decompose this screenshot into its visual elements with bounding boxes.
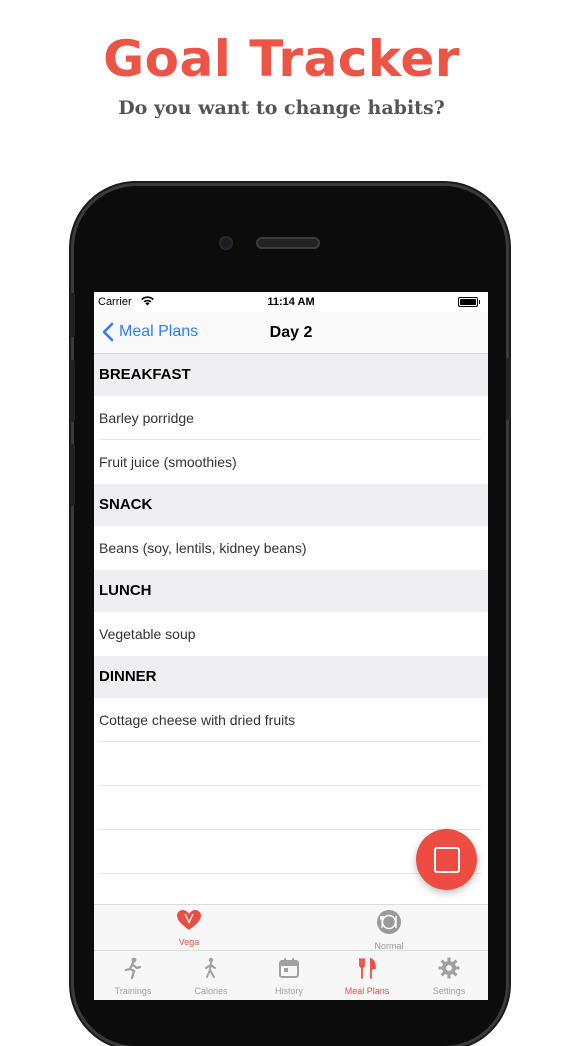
tab-settings[interactable]: Settings	[410, 957, 488, 996]
tab-history-label: History	[274, 986, 303, 996]
tab-meal-plans[interactable]: Meal Plans	[328, 957, 406, 996]
empty-row	[94, 786, 488, 830]
tab-settings-label: Settings	[432, 986, 466, 996]
meal-list: BREAKFAST Barley porridge Fruit juice (s…	[94, 354, 488, 874]
status-time: 11:14 AM	[267, 296, 315, 308]
segment-vega[interactable]: Vega	[129, 909, 249, 947]
floating-action-button[interactable]	[416, 829, 477, 890]
section-header-breakfast: BREAKFAST	[94, 354, 488, 396]
nav-title: Day 2	[269, 324, 313, 341]
gear-icon	[438, 957, 460, 979]
phone-volume-up	[70, 360, 75, 422]
empty-row	[94, 742, 488, 786]
tab-history[interactable]: History	[250, 957, 328, 996]
tab-meal-plans-label: Meal Plans	[344, 986, 390, 996]
diet-segment-bar: Vega Normal	[94, 904, 488, 951]
list-item[interactable]: Cottage cheese with dried fruits	[94, 698, 488, 742]
stop-square-icon	[433, 846, 460, 873]
phone-screen: Carrier 11:14 AM Meal Plans Day 2 BREAKF…	[94, 292, 488, 1000]
section-header-lunch: LUNCH	[94, 570, 488, 612]
section-header-snack: SNACK	[94, 484, 488, 526]
segment-vega-label: Vega	[178, 937, 200, 947]
walker-icon	[205, 957, 216, 978]
cutlery-icon	[359, 957, 376, 979]
runner-icon	[124, 957, 142, 980]
list-item[interactable]: Fruit juice (smoothies)	[94, 440, 488, 484]
phone-power-button	[506, 358, 511, 420]
status-bar: Carrier 11:14 AM	[94, 292, 488, 312]
list-item[interactable]: Barley porridge	[94, 396, 488, 440]
tab-trainings[interactable]: Trainings	[94, 957, 172, 996]
calendar-icon	[279, 958, 299, 978]
navigation-bar: Meal Plans Day 2	[94, 312, 488, 354]
phone-volume-down	[70, 444, 75, 506]
heart-icon	[177, 910, 201, 930]
section-header-dinner: DINNER	[94, 656, 488, 698]
earpiece-speaker	[256, 237, 320, 249]
segment-normal[interactable]: Normal	[329, 909, 449, 951]
promo-subtitle: Do you want to change habits?	[118, 97, 445, 119]
tab-trainings-label: Trainings	[114, 986, 152, 996]
tab-bar: Trainings Calories History Meal Plans Se…	[94, 950, 488, 1000]
list-item[interactable]: Vegetable soup	[94, 612, 488, 656]
tab-calories-label: Calories	[194, 986, 228, 996]
promo-title: Goal Tracker	[103, 30, 460, 88]
phone-silent-switch	[70, 293, 75, 337]
list-item[interactable]: Beans (soy, lentils, kidney beans)	[94, 526, 488, 570]
battery-icon	[458, 297, 480, 307]
tab-calories[interactable]: Calories	[172, 957, 250, 996]
front-camera	[219, 236, 233, 250]
plate-icon	[377, 910, 401, 934]
